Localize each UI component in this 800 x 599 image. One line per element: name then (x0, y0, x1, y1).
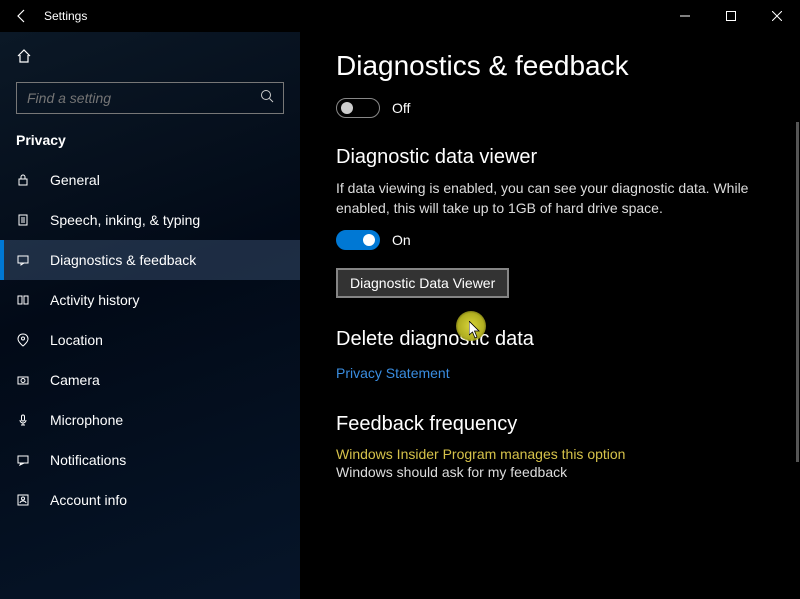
sidebar-item-label: Notifications (50, 452, 126, 468)
window-title: Settings (44, 9, 87, 23)
minimize-button[interactable] (662, 0, 708, 32)
viewer-heading: Diagnostic data viewer (336, 146, 764, 169)
maximize-button[interactable] (708, 0, 754, 32)
sidebar-item-activity[interactable]: Activity history (0, 280, 300, 320)
titlebar: Settings (0, 0, 800, 32)
sidebar-item-label: Diagnostics & feedback (50, 252, 196, 268)
privacy-statement-link[interactable]: Privacy Statement (336, 365, 450, 381)
sidebar-item-label: Activity history (50, 292, 139, 308)
camera-icon (16, 373, 34, 387)
sidebar-item-label: Camera (50, 372, 100, 388)
viewer-toggle-on[interactable] (336, 230, 380, 250)
location-icon (16, 333, 34, 347)
diagnostic-data-viewer-button[interactable]: Diagnostic Data Viewer (336, 268, 509, 298)
search-input[interactable] (16, 82, 284, 114)
home-button[interactable] (0, 40, 300, 72)
category-heading: Privacy (0, 128, 300, 160)
toggle-label: Off (392, 100, 410, 116)
lock-icon (16, 173, 34, 187)
delete-heading: Delete diagnostic data (336, 328, 764, 351)
content-pane: Diagnostics & feedback Off Diagnostic da… (300, 32, 800, 599)
sidebar-item-diagnostics[interactable]: Diagnostics & feedback (0, 240, 300, 280)
sidebar-item-microphone[interactable]: Microphone (0, 400, 300, 440)
feedback-icon (16, 253, 34, 267)
sidebar-item-label: Location (50, 332, 103, 348)
clipboard-icon (16, 213, 34, 227)
sidebar-item-notifications[interactable]: Notifications (0, 440, 300, 480)
sidebar-item-speech[interactable]: Speech, inking, & typing (0, 200, 300, 240)
page-title: Diagnostics & feedback (336, 50, 764, 82)
scrollbar[interactable] (796, 122, 799, 462)
back-button[interactable] (14, 8, 44, 24)
viewer-desc: If data viewing is enabled, you can see … (336, 179, 764, 218)
feedback-sub: Windows should ask for my feedback (336, 464, 764, 480)
sidebar-item-camera[interactable]: Camera (0, 360, 300, 400)
notifications-icon (16, 453, 34, 467)
close-button[interactable] (754, 0, 800, 32)
account-icon (16, 493, 34, 507)
feedback-heading: Feedback frequency (336, 413, 764, 436)
sidebar-item-account[interactable]: Account info (0, 480, 300, 520)
search-icon (260, 89, 274, 103)
search-box[interactable] (16, 82, 284, 114)
sidebar: Privacy General Speech, inking, & typing… (0, 32, 300, 599)
sidebar-item-general[interactable]: General (0, 160, 300, 200)
diagnostics-toggle-off[interactable] (336, 98, 380, 118)
sidebar-item-label: Speech, inking, & typing (50, 212, 200, 228)
sidebar-item-label: Account info (50, 492, 127, 508)
toggle-label: On (392, 232, 411, 248)
settings-window: Settings Privacy (0, 0, 800, 599)
history-icon (16, 293, 34, 307)
sidebar-item-location[interactable]: Location (0, 320, 300, 360)
sidebar-item-label: General (50, 172, 100, 188)
microphone-icon (16, 413, 34, 427)
insider-notice: Windows Insider Program manages this opt… (336, 446, 764, 462)
sidebar-item-label: Microphone (50, 412, 123, 428)
